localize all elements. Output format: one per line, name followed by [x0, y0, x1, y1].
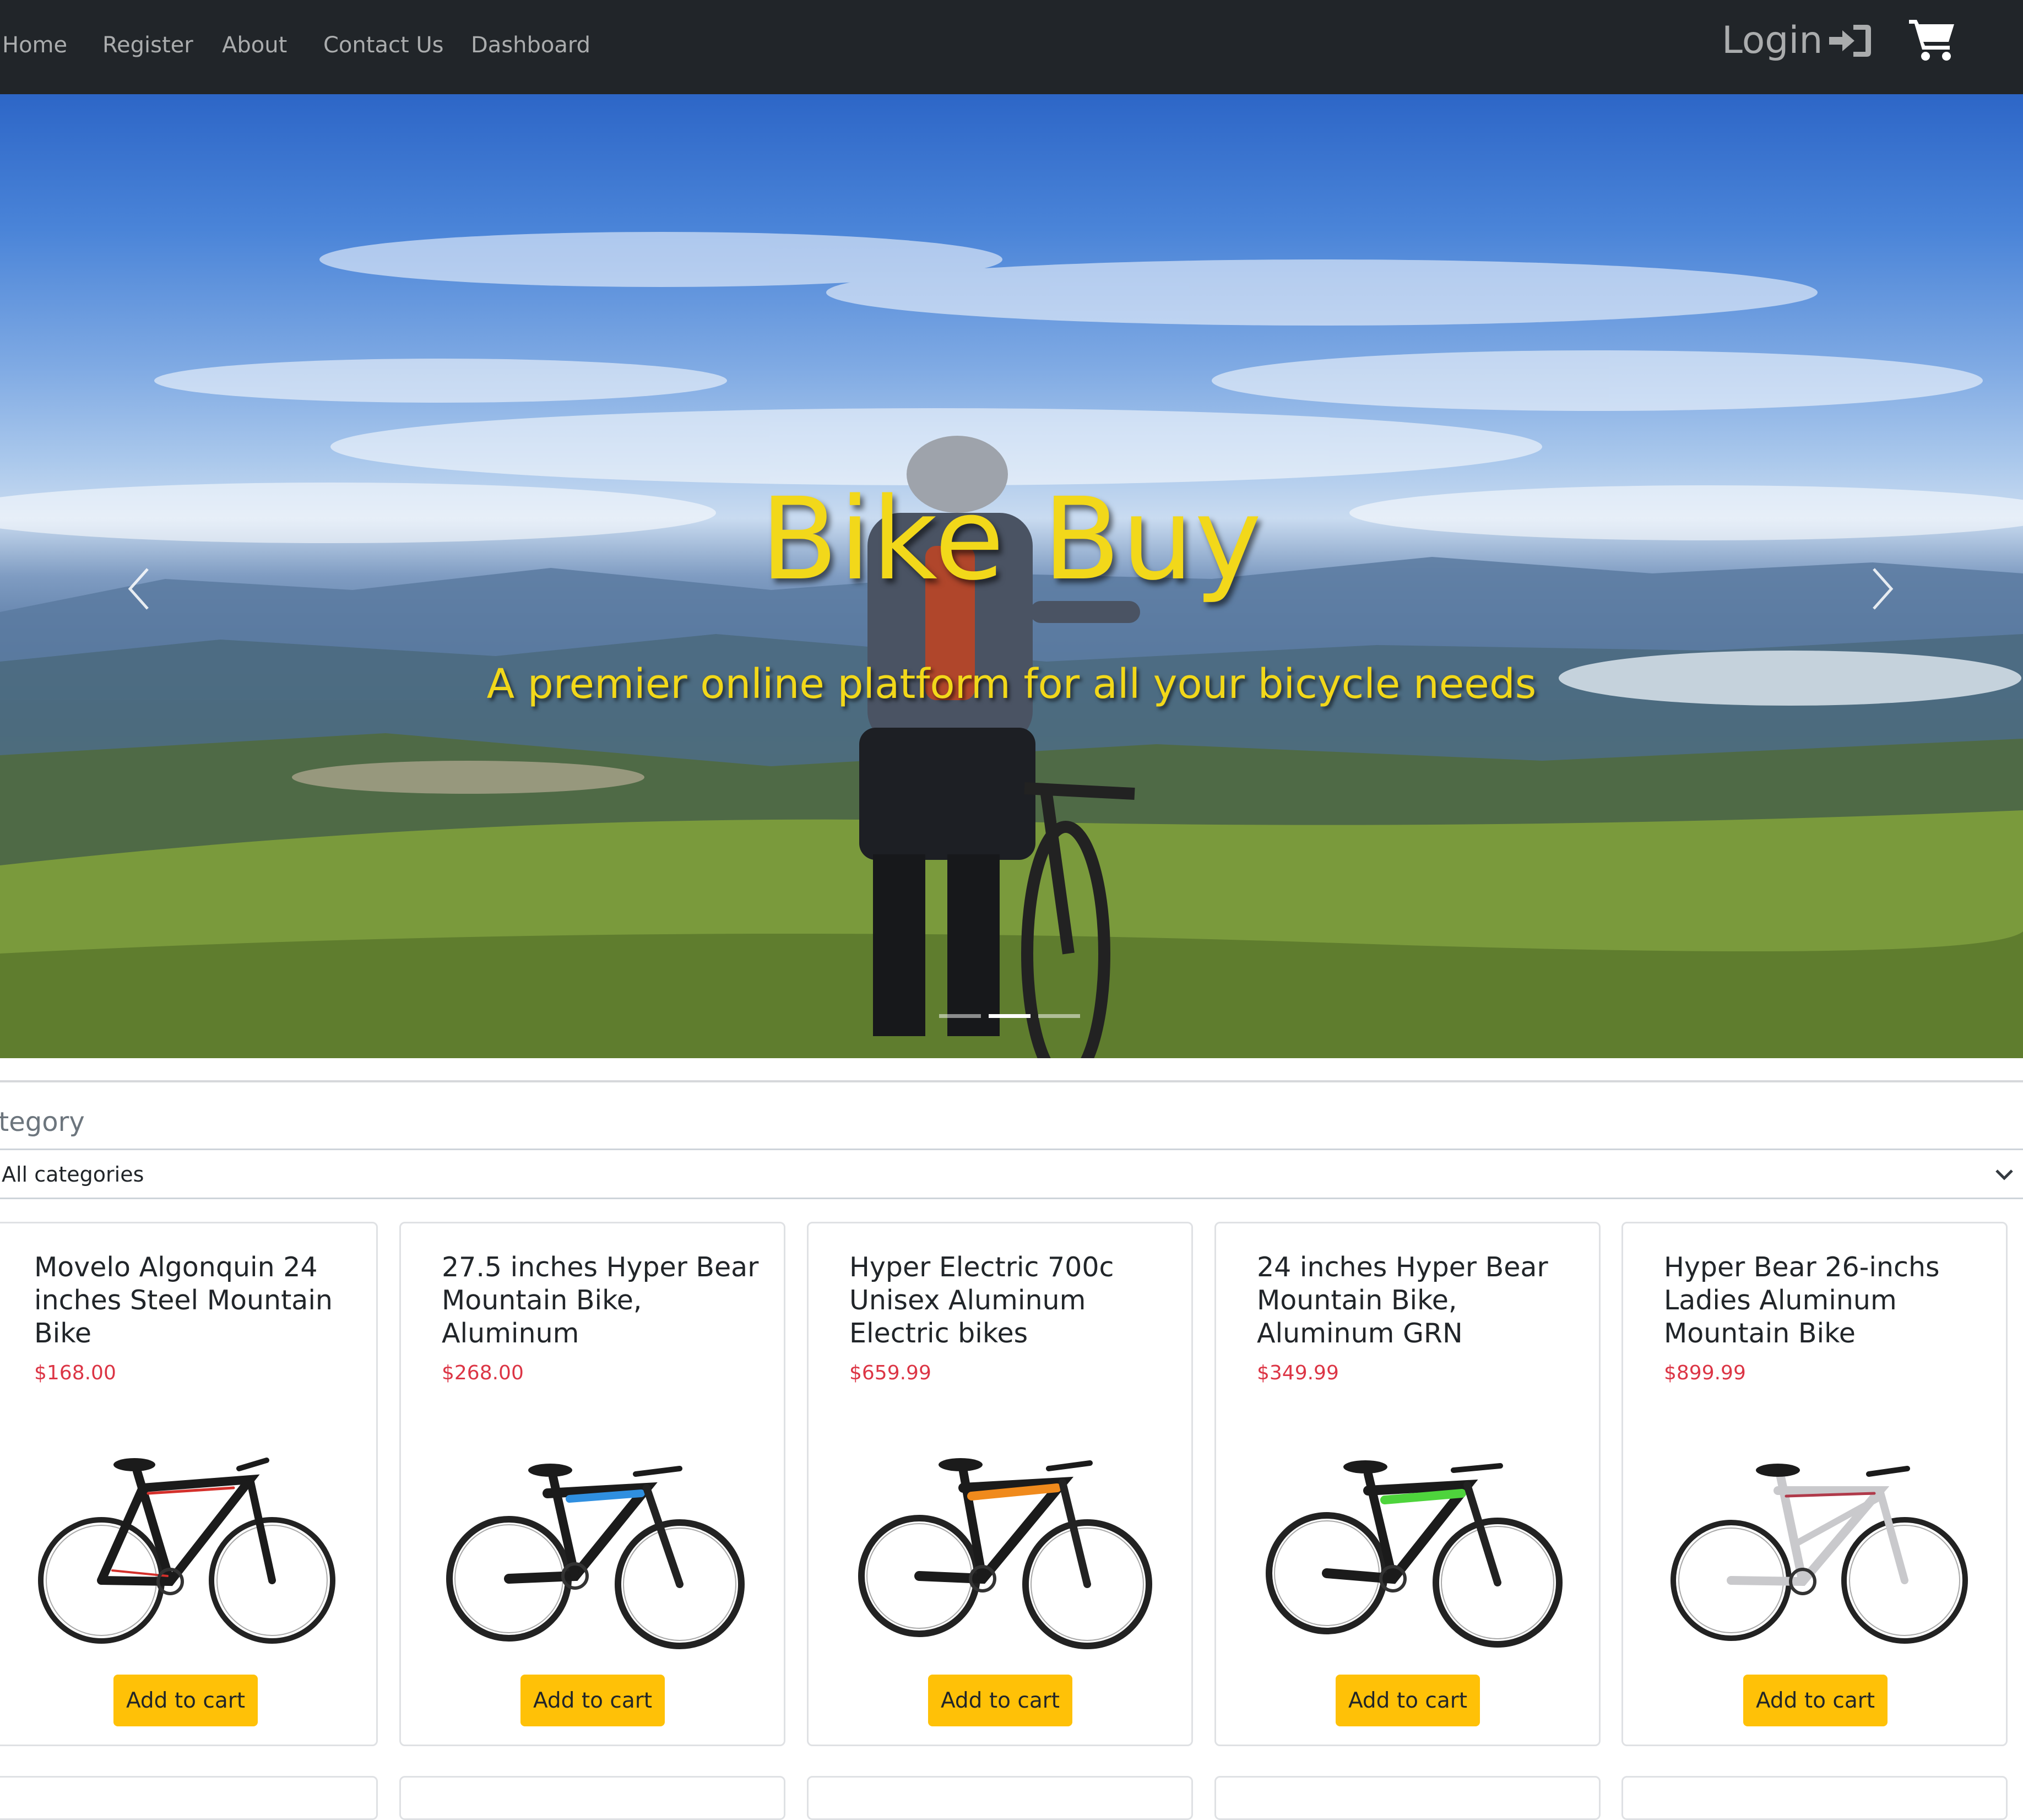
- category-label: ategory: [0, 1107, 85, 1138]
- product-card-partial: [399, 1776, 785, 1820]
- carousel-indicators: [939, 1014, 1080, 1018]
- product-image-bike: [38, 1458, 335, 1644]
- product-title: 24 inches Hyper Bear Mountain Bike, Alum…: [1257, 1252, 1548, 1349]
- product-price: $349.99: [1257, 1362, 1339, 1384]
- product-image-bike: [858, 1458, 1152, 1649]
- chevron-right-icon[interactable]: [1863, 549, 1907, 626]
- category-select-value: All categories: [2, 1162, 144, 1187]
- nav-link-about[interactable]: About: [222, 31, 287, 59]
- add-to-cart-button[interactable]: Add to cart: [520, 1675, 665, 1726]
- product-price: $268.00: [442, 1362, 524, 1384]
- chevron-left-icon[interactable]: [115, 549, 159, 626]
- nav-link-home[interactable]: Home: [2, 31, 67, 59]
- product-card: Movelo Algonquin 24 inches Steel Mountai…: [0, 1222, 378, 1746]
- nav-link-register[interactable]: Register: [102, 31, 193, 59]
- top-navbar: Home Register About Contact Us Dashboard…: [0, 0, 2023, 94]
- product-card: Hyper Bear 26-inchs Ladies Aluminum Moun…: [1621, 1222, 2008, 1746]
- product-image-bike: [1266, 1460, 1563, 1648]
- product-title: Hyper Electric 700c Unisex Aluminum Elec…: [849, 1252, 1114, 1349]
- product-card-partial: [1621, 1776, 2008, 1820]
- nav-link-contact-us[interactable]: Contact Us: [323, 31, 443, 59]
- carousel-indicator-2[interactable]: [989, 1014, 1031, 1018]
- add-to-cart-button[interactable]: Add to cart: [1743, 1675, 1888, 1726]
- carousel-indicator-3[interactable]: [1038, 1014, 1080, 1018]
- carousel-indicator-1[interactable]: [939, 1014, 981, 1018]
- product-price: $659.99: [849, 1362, 931, 1384]
- product-card-partial: [1214, 1776, 1601, 1820]
- add-to-cart-button[interactable]: Add to cart: [1336, 1675, 1480, 1726]
- product-card: 27.5 inches Hyper Bear Mountain Bike, Al…: [399, 1222, 785, 1746]
- add-to-cart-button[interactable]: Add to cart: [113, 1675, 258, 1726]
- chevron-down-icon: [1995, 1169, 2013, 1180]
- product-card-partial: [0, 1776, 378, 1820]
- product-title: Movelo Algonquin 24 inches Steel Mountai…: [34, 1252, 333, 1349]
- product-title: Hyper Bear 26-inchs Ladies Aluminum Moun…: [1664, 1252, 1940, 1349]
- product-image-bike: [1671, 1464, 1968, 1644]
- hero-carousel: Bike Buy A premier online platform for a…: [0, 94, 2023, 1058]
- product-price: $899.99: [1664, 1362, 1746, 1384]
- product-price: $168.00: [34, 1362, 116, 1384]
- shopping-cart-icon[interactable]: [1908, 17, 1956, 62]
- nav-link-dashboard[interactable]: Dashboard: [471, 31, 590, 59]
- login-label: Login: [1722, 19, 1823, 62]
- hero-subtitle: A premier online platform for all your b…: [486, 660, 1537, 708]
- category-select[interactable]: All categories: [0, 1149, 2023, 1199]
- sign-in-icon: [1829, 25, 1872, 57]
- product-card: Hyper Electric 700c Unisex Aluminum Elec…: [807, 1222, 1193, 1746]
- login-button[interactable]: Login: [1722, 19, 1872, 63]
- hero-title: Bike Buy: [760, 473, 1263, 605]
- product-card: 24 inches Hyper Bear Mountain Bike, Alum…: [1214, 1222, 1601, 1746]
- product-title: 27.5 inches Hyper Bear Mountain Bike, Al…: [442, 1252, 759, 1349]
- product-card-partial: [807, 1776, 1193, 1820]
- product-image-bike: [446, 1464, 745, 1649]
- add-to-cart-button[interactable]: Add to cart: [928, 1675, 1072, 1726]
- section-divider: [0, 1080, 2023, 1082]
